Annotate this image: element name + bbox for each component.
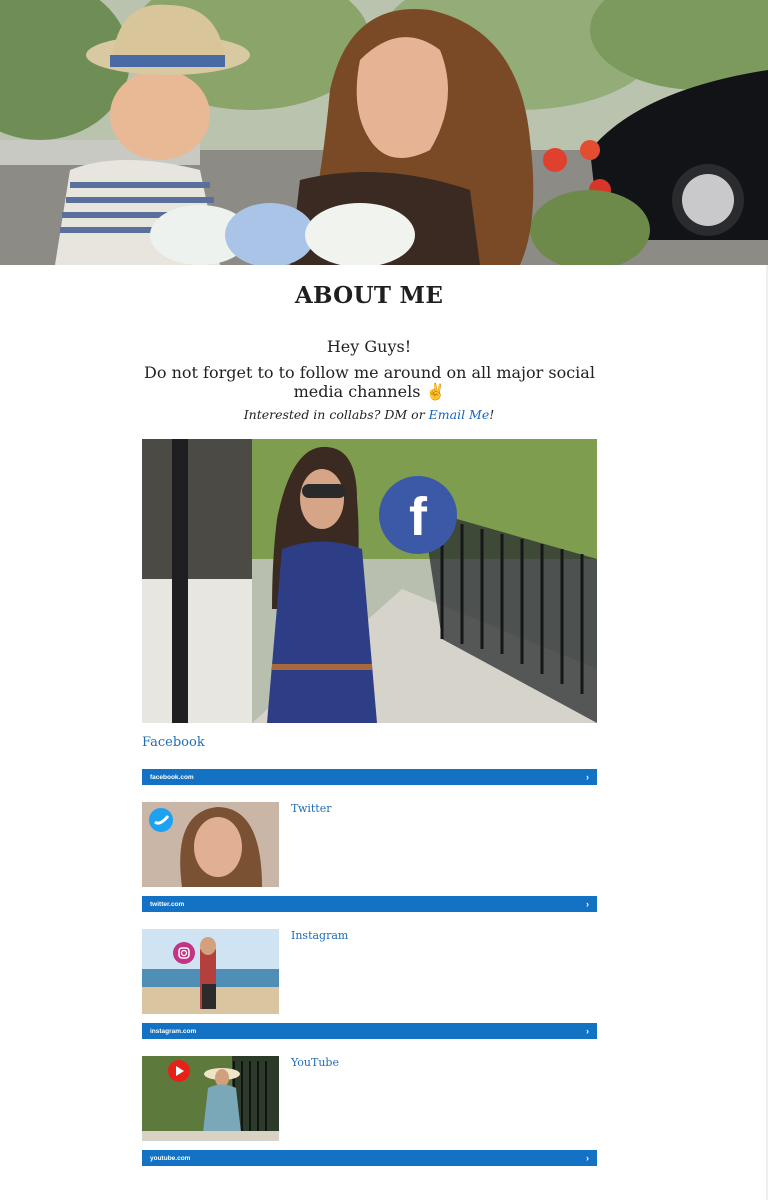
facebook-link[interactable]: Facebook [142, 735, 205, 750]
page-title: ABOUT ME [294, 282, 444, 309]
instagram-link[interactable]: Instagram [291, 929, 348, 942]
twitter-domain-bar[interactable]: twitter.com › [142, 896, 597, 912]
chevron-right-icon: › [586, 1026, 589, 1036]
follow-text-body: Do not forget to to follow me around on … [144, 363, 595, 401]
youtube-link[interactable]: YouTube [291, 1056, 339, 1069]
email-me-link[interactable]: Email Me [429, 407, 490, 422]
collab-text: Interested in collabs? DM or Email Me! [0, 407, 738, 422]
greeting-text: Hey Guys! [326, 337, 412, 356]
instagram-domain: instagram.com [150, 1027, 197, 1035]
youtube-domain: youtube.com [150, 1154, 191, 1162]
youtube-domain-bar[interactable]: youtube.com › [142, 1150, 597, 1166]
facebook-domain: facebook.com [150, 773, 194, 781]
collab-prefix: Interested in collabs? DM or [243, 407, 429, 422]
victory-hand-emoji: ✌ [425, 382, 446, 401]
chevron-right-icon: › [586, 772, 589, 782]
facebook-card-image[interactable]: f [142, 439, 597, 723]
svg-text:f: f [409, 487, 428, 547]
follow-text: Do not forget to to follow me around on … [142, 363, 597, 401]
twitter-link[interactable]: Twitter [291, 802, 332, 815]
collab-suffix: ! [489, 407, 495, 422]
twitter-domain: twitter.com [150, 900, 185, 908]
facebook-domain-bar[interactable]: facebook.com › [142, 769, 597, 785]
instagram-thumbnail[interactable] [142, 929, 279, 1014]
youtube-thumbnail[interactable] [142, 1056, 279, 1141]
twitter-thumbnail[interactable] [142, 802, 279, 887]
chevron-right-icon: › [586, 1153, 589, 1163]
chevron-right-icon: › [586, 899, 589, 909]
instagram-domain-bar[interactable]: instagram.com › [142, 1023, 597, 1039]
hero-image [0, 0, 768, 265]
